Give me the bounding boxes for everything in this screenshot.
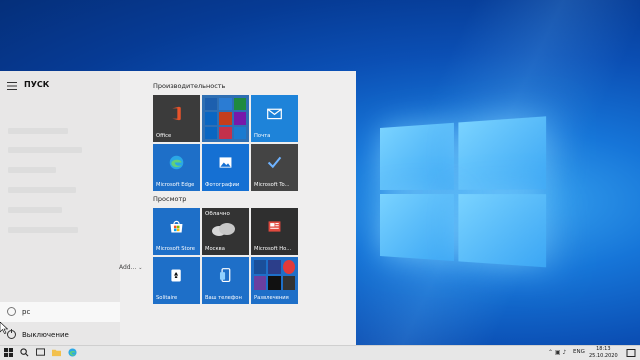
office-icon (172, 106, 181, 121)
tile-photos[interactable]: Фотографии (202, 144, 249, 191)
mouse-cursor-icon (0, 322, 8, 334)
tile-label: Microsoft To... (254, 182, 290, 188)
notifications-icon[interactable] (626, 348, 636, 358)
user-label: рс (22, 308, 31, 316)
file-explorer-icon[interactable] (52, 348, 61, 357)
tile-label: Microsoft Store (156, 246, 195, 252)
tile-solitaire[interactable]: Solitaire (153, 257, 200, 304)
start-menu: ПУСК рс Выключение Add... ⌄ Производител… (0, 71, 356, 345)
tile-label: Solitaire (156, 295, 178, 301)
tile-office-apps[interactable] (202, 95, 249, 142)
tile-phone[interactable]: Ваш телефон (202, 257, 249, 304)
photos-icon (219, 157, 232, 168)
app-list-ghost (8, 227, 78, 233)
phone-icon (219, 268, 231, 283)
tile-label: Office (156, 133, 172, 139)
tile-label: Фотографии (205, 182, 240, 188)
user-account-item[interactable]: рс (0, 302, 120, 322)
tile-office[interactable]: Office (153, 95, 200, 142)
app-list-ghost (8, 207, 62, 213)
weather-heading: Облачно (205, 211, 230, 217)
app-list-ghost (8, 128, 68, 134)
tile-label: Развлечения (254, 295, 289, 301)
user-icon (7, 307, 16, 316)
language-indicator[interactable]: ENG (573, 349, 585, 355)
tile-label: Москва (205, 246, 225, 252)
news-icon (268, 221, 281, 232)
app-list-ghost (8, 167, 56, 173)
hamburger-menu-icon[interactable] (7, 82, 17, 90)
power-icon (7, 329, 16, 339)
start-title: ПУСК (24, 80, 50, 89)
tile-label: Microsoft Edge (156, 182, 195, 188)
tile-entertainment[interactable]: Развлечения (251, 257, 298, 304)
group-title-browse: Просмотр (153, 195, 187, 203)
tile-store[interactable]: Microsoft Store (153, 208, 200, 255)
tile-label: Ваш телефон (205, 295, 242, 301)
app-list-ghost (8, 187, 76, 193)
tile-weather[interactable]: Облачно Москва (202, 208, 249, 255)
tile-label: Microsoft Ho... (254, 246, 292, 252)
mail-icon (267, 108, 282, 120)
tile-label: Почта (254, 133, 271, 139)
cards-icon (171, 269, 181, 282)
tile-edge[interactable]: Microsoft Edge (153, 144, 200, 191)
search-icon[interactable] (20, 348, 29, 357)
cloud-icon (212, 223, 235, 236)
clock[interactable]: 18:13 25.10.2020 (589, 346, 618, 359)
tray-icons[interactable]: ⌃ ▣ ♪ (548, 349, 566, 356)
group-title-productivity: Производительность (153, 82, 226, 90)
overflow-label: Add... ⌄ (119, 264, 143, 271)
store-icon (170, 220, 183, 233)
windows-logo (380, 116, 549, 270)
tile-todo[interactable]: Microsoft To... (251, 144, 298, 191)
checkmark-icon (267, 156, 282, 169)
start-left-rail: ПУСК рс Выключение (0, 71, 120, 345)
taskbar: ⌃ ▣ ♪ ENG 18:13 25.10.2020 (0, 345, 640, 360)
power-item[interactable]: Выключение (0, 325, 120, 345)
tile-mail[interactable]: Почта (251, 95, 298, 142)
power-label: Выключение (22, 331, 69, 339)
clock-date: 25.10.2020 (589, 352, 618, 359)
windows-start-icon[interactable] (4, 348, 13, 357)
app-list-ghost (8, 147, 82, 153)
edge-taskbar-icon[interactable] (68, 348, 77, 357)
tile-news[interactable]: Microsoft Ho... (251, 208, 298, 255)
task-view-icon[interactable] (36, 348, 45, 357)
edge-icon (169, 155, 184, 170)
